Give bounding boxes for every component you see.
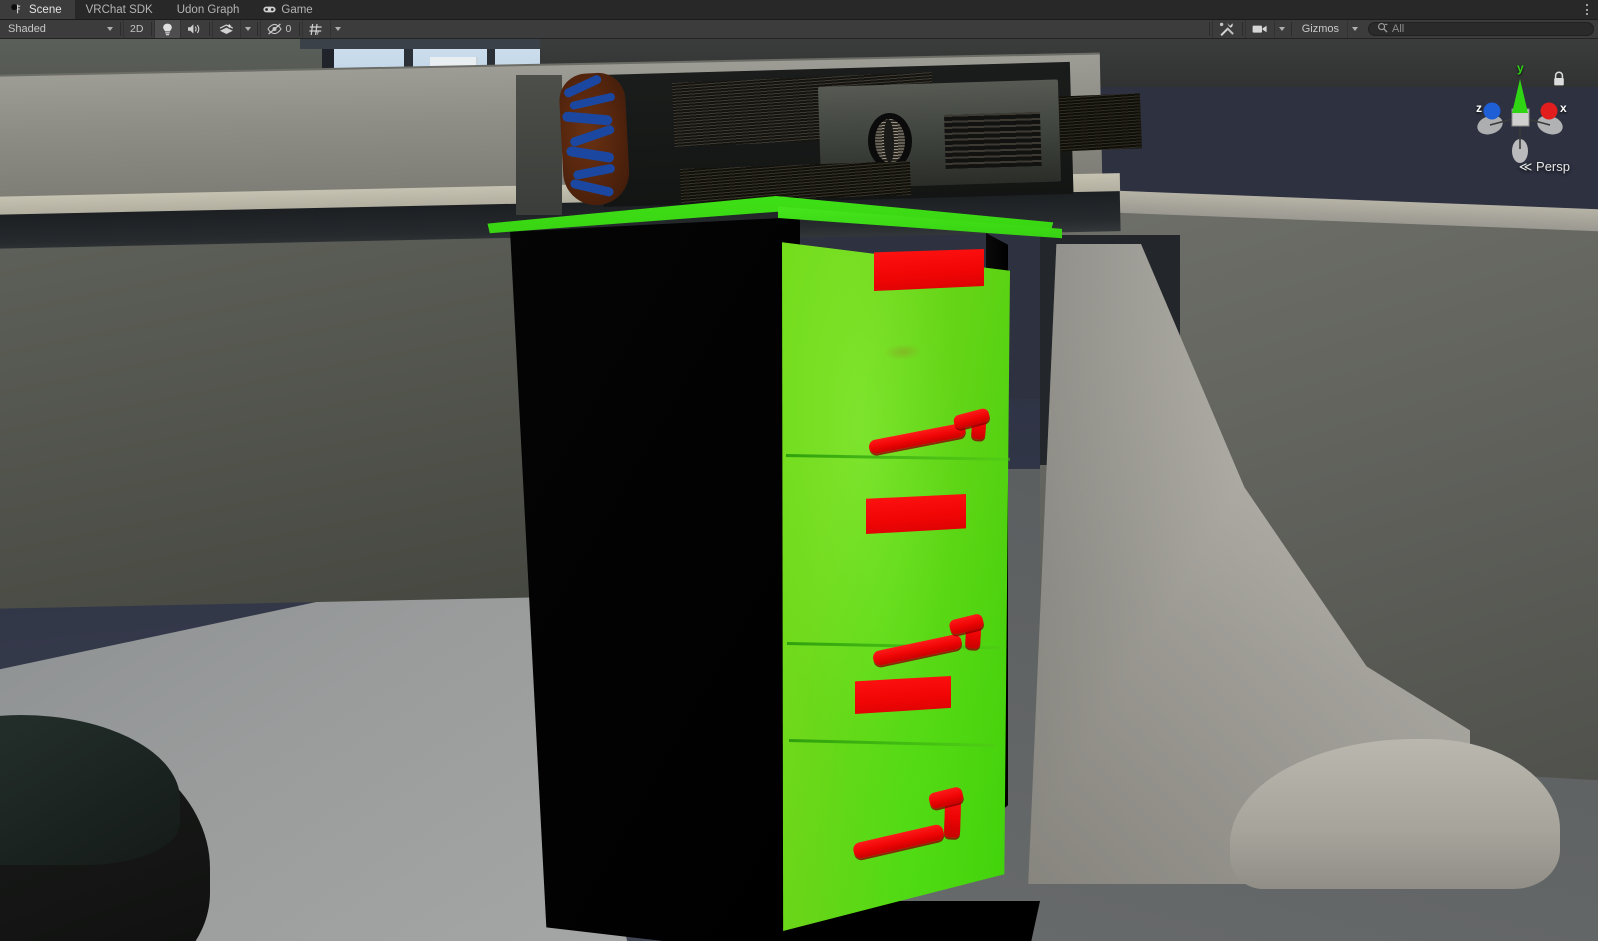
toolbar-right-group: Gizmos All	[1207, 20, 1594, 38]
eye-off-icon	[267, 23, 283, 35]
chevron-down-icon	[335, 27, 342, 31]
window-header	[300, 39, 540, 49]
gizmo-axis-label-x: x	[1560, 101, 1567, 115]
toolbar-separator	[1290, 22, 1292, 36]
deck-graphic-stroke	[569, 92, 616, 111]
effects-icon	[219, 23, 234, 36]
toggle-scene-audio-button[interactable]	[180, 20, 207, 38]
scene-grid-dropdown[interactable]	[330, 20, 345, 38]
cabinet-drawer-handle[interactable]	[867, 407, 1000, 455]
toolbar-separator	[1208, 22, 1210, 36]
scene-camera-dropdown[interactable]	[1273, 20, 1289, 38]
tab-udon-graph-label: Udon Graph	[176, 3, 240, 16]
toolbar-separator	[120, 22, 121, 36]
toolbar-separator	[151, 22, 153, 36]
search-icon	[1377, 22, 1388, 36]
projection-arrow-icon: ≪	[1518, 159, 1533, 174]
projection-mode-label: Persp	[1536, 159, 1570, 174]
toolbar-separator	[299, 22, 301, 36]
grid-axis-icon: Y	[309, 23, 324, 36]
vent-grill	[944, 111, 1042, 169]
cabinet-label-plate[interactable]	[866, 494, 966, 534]
skateboard-deck	[558, 71, 631, 207]
hidden-objects-count: 0	[285, 23, 292, 35]
chevron-down-icon	[245, 27, 252, 31]
tabbar-spacer	[325, 0, 1576, 19]
scene-search-placeholder: All	[1392, 23, 1405, 35]
scene-projection-label[interactable]: ≪ Persp	[1519, 159, 1570, 175]
tab-game[interactable]: Game	[252, 0, 326, 19]
scene-grid-button[interactable]: Y	[302, 20, 330, 38]
chevron-down-icon	[1278, 27, 1285, 31]
deck-graphic-stroke	[561, 111, 613, 126]
tab-context-menu-button[interactable]	[1576, 0, 1598, 19]
gizmo-axis-label-z: z	[1476, 101, 1482, 115]
toolbar-separator	[1241, 22, 1243, 36]
tab-scene-label: Scene	[29, 3, 62, 16]
gizmos-dropdown[interactable]	[1347, 20, 1362, 38]
deck-graphic-stroke	[565, 145, 615, 164]
tools-icon	[1219, 22, 1234, 36]
draw-mode-dropdown[interactable]: Shaded	[0, 20, 118, 38]
scene-tools-button[interactable]	[1211, 20, 1240, 38]
tab-scene[interactable]: Scene	[0, 0, 75, 19]
cabinet-label-plate[interactable]	[874, 249, 984, 291]
svg-text:Y: Y	[316, 30, 321, 36]
cabinet-side-face[interactable]	[510, 217, 800, 941]
scene-view-toolbar: Shaded 2D 0 Y Gizmos All	[0, 20, 1598, 39]
unity-editor-window: Scene VRChat SDK Udon Graph Game Shaded …	[0, 0, 1598, 941]
scene-fx-dropdown[interactable]	[240, 20, 255, 38]
tab-vrchat-sdk-label: VRChat SDK	[85, 3, 153, 16]
camera-icon	[1252, 24, 1268, 34]
cabinet-label-plate[interactable]	[855, 676, 951, 714]
handle-bar	[867, 422, 967, 455]
chevron-down-icon	[107, 27, 113, 31]
lightbulb-icon	[162, 23, 173, 36]
tab-udon-graph[interactable]: Udon Graph	[165, 0, 253, 19]
toolbar-separator	[257, 22, 259, 36]
deck-graphic-stroke	[572, 163, 616, 181]
handle-bar	[851, 823, 946, 860]
scene-view-tabbar: Scene VRChat SDK Udon Graph Game	[0, 0, 1598, 20]
speaker-icon	[187, 23, 201, 35]
gizmos-toggle-button[interactable]: Gizmos	[1294, 20, 1347, 38]
handle-bar	[871, 633, 963, 667]
scene-camera-button[interactable]	[1244, 20, 1274, 38]
gamepad-icon	[263, 3, 276, 16]
toggle-2d-button[interactable]: 2D	[123, 20, 149, 38]
deck-graphic-stroke	[569, 178, 615, 198]
cabinet-drawer-handle[interactable]	[851, 785, 975, 863]
toggle-2d-label: 2D	[130, 23, 144, 35]
gizmos-label: Gizmos	[1301, 23, 1339, 35]
scene-icon	[11, 3, 24, 16]
scene-search-input[interactable]: All	[1368, 22, 1594, 36]
chevron-down-icon	[1352, 27, 1358, 31]
tab-game-label: Game	[281, 3, 313, 16]
draw-mode-label: Shaded	[8, 23, 46, 35]
tab-vrchat-sdk[interactable]: VRChat SDK	[74, 0, 166, 19]
scene-viewport[interactable]: y x z ≪ Persp	[0, 39, 1598, 941]
toggle-scene-lighting-button[interactable]	[154, 20, 181, 38]
toolbar-separator	[209, 22, 211, 36]
cabinet-drawer-handle[interactable]	[871, 612, 993, 668]
deck-graphic-stroke	[569, 124, 616, 148]
hidden-objects-button[interactable]: 0	[260, 20, 297, 38]
wall-post	[516, 75, 562, 215]
scene-fx-button[interactable]	[212, 20, 240, 38]
kebab-menu-icon	[1586, 3, 1588, 16]
